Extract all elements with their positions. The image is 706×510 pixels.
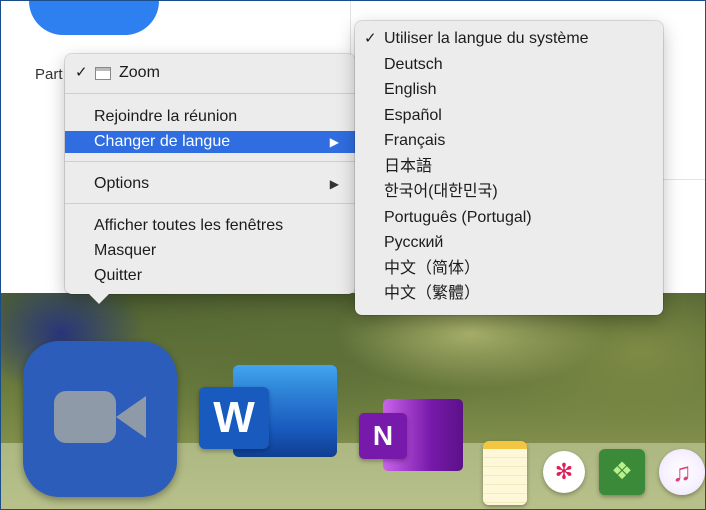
desktop-wallpaper: W N ✻ ❖ ♫ <box>1 293 705 509</box>
menu-item-label: Afficher toutes les fenêtres <box>94 217 284 234</box>
menu-item-label: Options <box>94 175 150 192</box>
language-item[interactable]: Français <box>355 129 663 153</box>
screenshot-frame: Part W N ✻ ❖ ♫ ✓ Zoom Rejoindre la réuni… <box>0 0 706 510</box>
zoom-window-blue-button[interactable] <box>29 1 159 35</box>
language-label: Русский <box>384 234 444 251</box>
language-label: Français <box>384 132 446 149</box>
language-label: 日本語 <box>384 158 433 175</box>
language-item[interactable]: 日本語 <box>355 155 663 179</box>
language-label: Español <box>384 107 442 124</box>
language-item[interactable]: Português (Portugal) <box>355 206 663 230</box>
language-item[interactable]: 中文（简体） <box>355 257 663 281</box>
submenu-arrow-icon: ▶ <box>329 135 339 149</box>
language-label: Utiliser la langue du système <box>384 30 589 47</box>
menu-item-hide[interactable]: Masquer <box>65 240 355 262</box>
language-item[interactable]: ✓ Utiliser la langue du système <box>355 27 663 51</box>
menu-item-quit[interactable]: Quitter <box>65 265 355 287</box>
language-label: 中文（繁體） <box>384 285 481 302</box>
menu-item-options[interactable]: Options ▶ <box>65 173 355 195</box>
slack-dock-icon[interactable]: ✻ <box>543 451 585 493</box>
language-item[interactable]: Русский <box>355 231 663 255</box>
menu-separator <box>65 203 355 204</box>
green-app-dock-icon[interactable]: ❖ <box>599 449 645 495</box>
language-label: English <box>384 81 437 98</box>
word-badge: W <box>199 387 269 449</box>
zoom-dock-context-menu: ✓ Zoom Rejoindre la réunion Changer de l… <box>65 54 355 294</box>
window-icon <box>95 67 111 80</box>
menu-pointer-tail <box>88 293 110 304</box>
language-label: Português (Portugal) <box>384 209 532 226</box>
language-item[interactable]: English <box>355 78 663 102</box>
word-dock-icon[interactable]: W <box>199 365 339 457</box>
menu-item-change-language[interactable]: Changer de langue ▶ <box>65 131 355 153</box>
menu-item-show-all-windows[interactable]: Afficher toutes les fenêtres <box>65 215 355 237</box>
language-item[interactable]: 한국어(대한민국) <box>355 180 663 204</box>
onenote-badge: N <box>359 413 407 459</box>
onenote-dock-icon[interactable]: N <box>359 399 463 471</box>
menu-item-label: Changer de langue <box>94 133 231 150</box>
partial-window-label: Part <box>35 66 63 83</box>
checkmark-icon: ✓ <box>75 64 88 81</box>
video-camera-lens-icon <box>116 396 146 438</box>
menu-item-label: Rejoindre la réunion <box>94 108 238 125</box>
language-submenu: ✓ Utiliser la langue du système Deutsch … <box>355 21 663 315</box>
menu-item-label: Masquer <box>94 242 157 259</box>
menu-separator <box>65 93 355 94</box>
menu-separator <box>65 161 355 162</box>
menu-item-join-meeting[interactable]: Rejoindre la réunion <box>65 106 355 128</box>
language-item[interactable]: 中文（繁體） <box>355 282 663 306</box>
checkmark-icon: ✓ <box>364 30 377 47</box>
language-item[interactable]: Deutsch <box>355 53 663 77</box>
music-dock-icon[interactable]: ♫ <box>659 449 705 495</box>
video-camera-icon <box>54 391 116 443</box>
submenu-arrow-icon: ▶ <box>329 177 339 191</box>
menu-item-label: Quitter <box>94 267 143 284</box>
menu-item-label: Zoom <box>119 64 160 81</box>
language-label: 中文（简体） <box>384 260 481 277</box>
language-label: Deutsch <box>384 56 443 73</box>
notes-dock-icon[interactable] <box>483 441 527 505</box>
zoom-dock-icon[interactable] <box>23 341 177 497</box>
menu-item-zoom-window[interactable]: ✓ Zoom <box>65 62 355 84</box>
language-item[interactable]: Español <box>355 104 663 128</box>
language-label: 한국어(대한민국) <box>384 183 498 200</box>
